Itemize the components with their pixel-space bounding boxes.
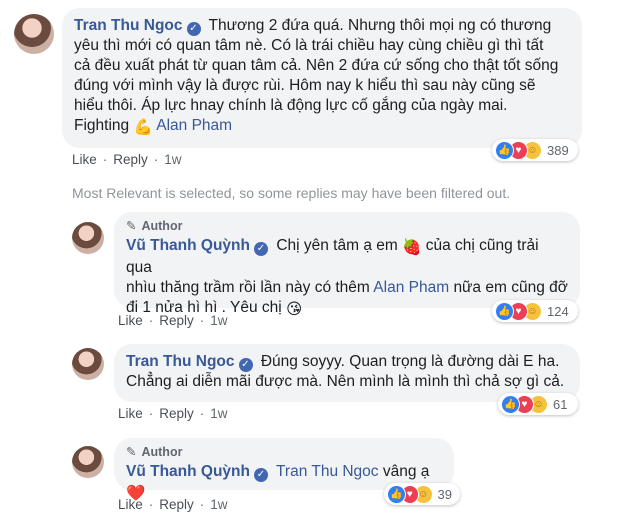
kiss-emoji: 😘 xyxy=(286,301,303,318)
reply-text: vâng ạ xyxy=(382,463,430,480)
pencil-icon: ✎ xyxy=(126,219,137,233)
verified-badge-icon: ✓ xyxy=(238,358,253,372)
comment-text-line: yêu thì mới có quan tâm nè. Có là trái c… xyxy=(74,37,544,54)
replier-name[interactable]: Vũ Thanh Quỳnh xyxy=(126,463,250,480)
reply-actions: Like · Reply · 1w xyxy=(118,313,228,328)
reply-text: nữa em cũng đỡ xyxy=(453,279,568,296)
reaction-count: 39 xyxy=(437,486,453,502)
separator: · xyxy=(102,152,108,167)
reply-bubble: ✎ Author Vũ Thanh Quỳnh ✓ Chị yên tâm ạ e… xyxy=(114,212,580,318)
like-reaction-icon: 👍 xyxy=(495,301,514,321)
separator: · xyxy=(153,152,159,167)
reaction-count: 61 xyxy=(553,396,568,412)
reply-text: nhìu thăng trầm rồi lần này có thêm xyxy=(126,279,370,296)
comment-text-line: hiểu thôi. Áp lực hnay chính là động lực… xyxy=(74,97,508,114)
like-reaction-icon: 👍 xyxy=(501,394,520,414)
reply-actions: Like · Reply · 1w xyxy=(118,406,228,421)
like-reaction-icon: 👍 xyxy=(387,484,406,504)
like-button[interactable]: Like xyxy=(118,497,143,512)
comment-text-fighting: Fighting xyxy=(74,117,130,134)
author-badge: ✎ Author xyxy=(126,218,568,234)
separator: · xyxy=(199,497,205,512)
replier-name[interactable]: Tran Thu Ngoc xyxy=(126,353,235,370)
avatar[interactable] xyxy=(72,446,104,478)
like-reaction-icon: 👍 xyxy=(495,140,514,160)
comment-actions: Like · Reply · 1w xyxy=(72,152,182,167)
timestamp[interactable]: 1w xyxy=(210,406,227,421)
pencil-icon: ✎ xyxy=(126,445,137,459)
comment-text-line: cả đều xuất phát từ quan tâm cả. Nên 2 đ… xyxy=(74,57,559,74)
verified-badge-icon: ✓ xyxy=(254,242,268,256)
reply-text: Chẳng ai diễn mãi được mà. Nên mình là m… xyxy=(126,373,565,390)
avatar[interactable] xyxy=(72,222,104,254)
like-button[interactable]: Like xyxy=(118,406,143,421)
reactions-summary[interactable]: 👍 ♥ ☺ 61 xyxy=(498,393,578,415)
separator: · xyxy=(148,406,154,421)
separator: · xyxy=(199,406,205,421)
comment-text-line: đúng với mình vậy là được rùi. Hôm nay k… xyxy=(74,77,536,94)
avatar[interactable] xyxy=(14,14,54,54)
reactions-summary[interactable]: 👍 ♥ ☺ 39 xyxy=(384,483,460,505)
reactions-summary[interactable]: 👍 ♥ ☺ 124 xyxy=(492,300,578,322)
reaction-count: 389 xyxy=(547,142,569,158)
reply-text: Chị yên tâm ạ em xyxy=(276,237,398,254)
reply-button[interactable]: Reply xyxy=(113,152,148,167)
reply-text: Đúng soyyy. Quan trọng là đường dài E ha… xyxy=(260,353,560,370)
reply-button[interactable]: Reply xyxy=(159,313,194,328)
timestamp[interactable]: 1w xyxy=(210,497,227,512)
author-label: Author xyxy=(141,219,183,233)
author-badge: ✎ Author xyxy=(126,444,442,460)
like-button[interactable]: Like xyxy=(118,313,143,328)
timestamp[interactable]: 1w xyxy=(210,313,227,328)
mention-link[interactable]: Alan Pham xyxy=(156,117,232,134)
like-button[interactable]: Like xyxy=(72,152,97,167)
verified-badge-icon: ✓ xyxy=(254,468,268,482)
comment-bubble: Tran Thu Ngoc ✓ Thương 2 đứa quá. Nhưng t… xyxy=(62,8,582,148)
separator: · xyxy=(148,313,154,328)
comment-text-line: Thương 2 đứa quá. Nhưng thôi mọi ng có t… xyxy=(208,17,552,34)
author-label: Author xyxy=(141,445,183,459)
strawberry-emoji: 🍓 xyxy=(402,239,422,256)
flexed-biceps-emoji: 💪 xyxy=(133,119,153,136)
verified-badge-icon: ✓ xyxy=(186,22,201,36)
reply-button[interactable]: Reply xyxy=(159,497,194,512)
replier-name[interactable]: Vũ Thanh Quỳnh xyxy=(126,237,250,254)
mention-link[interactable]: Alan Pham xyxy=(373,279,449,296)
reply-actions: Like · Reply · 1w xyxy=(118,497,228,512)
avatar[interactable] xyxy=(72,348,104,380)
separator: · xyxy=(199,313,205,328)
reaction-count: 124 xyxy=(547,303,569,319)
commenter-name[interactable]: Tran Thu Ngoc xyxy=(74,17,183,34)
mention-link[interactable]: Tran Thu Ngoc xyxy=(276,463,379,480)
reactions-summary[interactable]: 👍 ♥ ☺ 389 xyxy=(492,139,578,161)
filter-notice: Most Relevant is selected, so some repli… xyxy=(72,185,511,201)
reply-button[interactable]: Reply xyxy=(159,406,194,421)
separator: · xyxy=(148,497,154,512)
timestamp[interactable]: 1w xyxy=(164,152,181,167)
